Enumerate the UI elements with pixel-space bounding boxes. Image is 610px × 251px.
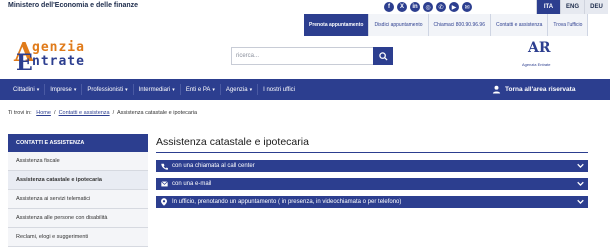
lang-eng[interactable]: ENG xyxy=(560,0,584,14)
call-us-link[interactable]: Chiamaci 800.90.96.96 xyxy=(428,14,491,36)
nav-label: Professionisti xyxy=(87,86,124,93)
agenzia-entrate-logo[interactable]: A genzia E ntrate xyxy=(12,36,142,76)
chevron-down-icon: ▾ xyxy=(125,86,128,93)
agenzia-emblem: AR Agenzia Entrate xyxy=(522,40,582,74)
sidebar-item-assistenza-catastale[interactable]: Assistenza catastale e ipotecaria xyxy=(8,171,148,190)
contacts-link[interactable]: Contatti e assistenza xyxy=(490,14,549,36)
search-bar: ricerca... xyxy=(231,47,393,65)
nav-cittadini[interactable]: Cittadini ▾ xyxy=(8,84,46,95)
whatsapp-icon[interactable]: ✆ xyxy=(436,2,446,12)
lang-ita[interactable]: ITA xyxy=(536,0,560,14)
sidebar-item-disabilita[interactable]: Assistenza alle persone con disabilità xyxy=(8,209,148,228)
accordion-label: con una chiamata al call center xyxy=(172,163,255,169)
top-bar: Ministero dell'Economia e delle finanze … xyxy=(0,0,610,14)
logo-line-1: genzia xyxy=(32,40,85,55)
reserved-area-button[interactable]: Torna all'area riservata xyxy=(492,81,575,98)
sidebar: CONTATTI E ASSISTENZA Assistenza fiscale… xyxy=(8,134,148,247)
page-title: Assistenza catastale e ipotecaria xyxy=(156,136,588,153)
accordion-office-appointment[interactable]: In ufficio, prenotando un appuntamento (… xyxy=(156,196,588,208)
ministry-label[interactable]: Ministero dell'Economia e delle finanze xyxy=(8,2,138,9)
sidebar-item-reclami[interactable]: Reclami, elogi e suggerimenti xyxy=(8,228,148,247)
reserved-area-label: Torna all'area riservata xyxy=(505,86,576,93)
main-content: Assistenza catastale e ipotecaria con un… xyxy=(156,136,588,208)
logo-letter-e: E xyxy=(16,50,33,76)
chevron-down-icon: ▾ xyxy=(212,86,215,93)
search-input[interactable]: ricerca... xyxy=(231,47,373,65)
logo-line-2: ntrate xyxy=(32,54,85,69)
emblem-text: Agenzia Entrate xyxy=(522,62,551,67)
sidebar-item-servizi-telematici[interactable]: Assistenza ai servizi telematici xyxy=(8,190,148,209)
chevron-down-icon: ▾ xyxy=(73,86,77,93)
cancel-appointment-link[interactable]: Disdici appuntamento xyxy=(369,14,429,36)
quick-links-bar: Prenota appuntamento Disdici appuntament… xyxy=(304,14,589,36)
nav-label: I nostri uffici xyxy=(263,86,296,93)
breadcrumb-separator: / xyxy=(111,110,116,116)
breadcrumb: Ti trovi in: Home / Contatti e assistenz… xyxy=(8,110,197,116)
accordion-call-center[interactable]: con una chiamata al call center xyxy=(156,160,588,172)
main-navigation: Cittadini ▾ Imprese ▾ Professionisti ▾ Inte… xyxy=(0,79,610,100)
accordion-label: In ufficio, prenotando un appuntamento (… xyxy=(172,199,402,205)
find-office-link[interactable]: Trova l'ufficio xyxy=(548,14,589,36)
language-switcher: ITA ENG DEU xyxy=(536,0,608,14)
lang-deu[interactable]: DEU xyxy=(584,0,608,14)
accordion-label: con una e-mail xyxy=(172,181,212,187)
nav-nostri-uffici[interactable]: I nostri uffici xyxy=(258,84,300,95)
nav-label: Agenzia xyxy=(225,86,248,93)
x-icon[interactable]: X xyxy=(397,2,407,12)
breadcrumb-prefix: Ti trovi in: xyxy=(8,110,32,116)
nav-intermediari[interactable]: Intermediari ▾ xyxy=(134,84,181,95)
book-appointment-link[interactable]: Prenota appuntamento xyxy=(304,14,370,36)
accordion-email[interactable]: con una e-mail xyxy=(156,178,588,190)
envelope-icon xyxy=(160,181,168,187)
breadcrumb-contatti[interactable]: Contatti e assistenza xyxy=(59,110,110,116)
youtube-icon[interactable]: ▶ xyxy=(449,2,459,12)
nav-label: Cittadini xyxy=(13,86,35,93)
sidebar-heading: CONTATTI E ASSISTENZA xyxy=(8,134,148,152)
mail-icon[interactable]: ✉ xyxy=(462,2,472,12)
breadcrumb-current: Assistenza catastale e ipotecaria xyxy=(116,110,198,116)
nav-label: Imprese xyxy=(50,86,72,93)
facebook-icon[interactable]: f xyxy=(384,2,394,12)
site-header: A genzia E ntrate ricerca... AR Agenzia … xyxy=(0,36,610,78)
nav-label: Enti e PA xyxy=(185,86,211,93)
sidebar-item-assistenza-fiscale[interactable]: Assistenza fiscale xyxy=(8,152,148,171)
breadcrumb-separator: / xyxy=(52,110,58,116)
nav-enti-pa[interactable]: Enti e PA ▾ xyxy=(181,84,221,95)
user-icon xyxy=(492,85,501,94)
search-button[interactable] xyxy=(373,47,393,65)
phone-icon xyxy=(160,163,168,170)
location-pin-icon xyxy=(160,198,168,206)
nav-professionisti[interactable]: Professionisti ▾ xyxy=(82,84,134,95)
social-links: f X in ◎ ✆ ▶ ✉ xyxy=(384,2,472,12)
breadcrumb-home[interactable]: Home xyxy=(36,110,51,116)
chevron-down-icon: ▾ xyxy=(36,86,40,93)
linkedin-icon[interactable]: in xyxy=(410,2,420,12)
instagram-icon[interactable]: ◎ xyxy=(423,2,433,12)
chevron-down-icon: ▾ xyxy=(249,86,253,93)
nav-label: Intermediari xyxy=(138,86,171,93)
chevron-down-icon: ▾ xyxy=(172,86,175,93)
emblem-mark: AR xyxy=(528,40,551,56)
chevron-down-icon xyxy=(577,199,584,204)
nav-agenzia[interactable]: Agenzia ▾ xyxy=(221,84,259,95)
nav-imprese[interactable]: Imprese ▾ xyxy=(45,84,83,95)
chevron-down-icon xyxy=(577,163,584,168)
search-icon xyxy=(378,51,388,61)
chevron-down-icon xyxy=(577,181,584,186)
